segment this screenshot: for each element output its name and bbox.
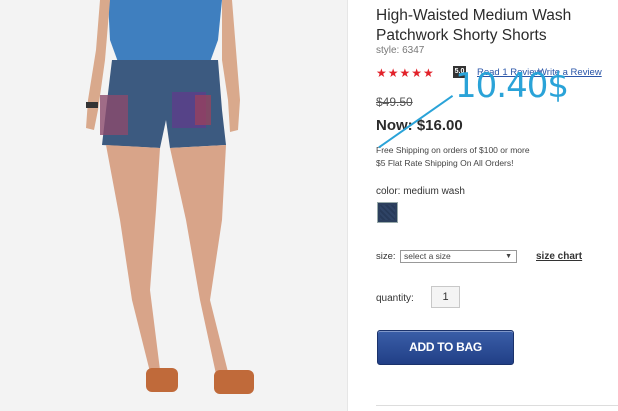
size-select-value: select a size bbox=[404, 251, 451, 261]
product-style-number: style: 6347 bbox=[376, 45, 424, 56]
original-price: $49.50 bbox=[376, 95, 413, 109]
color-swatch-medium-wash[interactable] bbox=[377, 202, 398, 223]
size-chart-link[interactable]: size chart bbox=[536, 251, 582, 262]
image-divider bbox=[347, 0, 348, 411]
add-to-bag-button[interactable]: ADD TO BAG bbox=[377, 330, 514, 365]
panel-divider bbox=[376, 405, 618, 406]
size-label: size: bbox=[376, 251, 396, 262]
shipping-promo-1: Free Shipping on orders of $100 or more bbox=[376, 145, 530, 155]
product-photo-illustration bbox=[0, 0, 347, 411]
size-select[interactable]: select a size ▼ bbox=[400, 250, 517, 263]
star-rating-icon: ★★★★★ bbox=[376, 66, 435, 80]
product-detail-panel: High-Waisted Medium Wash Patchwork Short… bbox=[376, 0, 618, 411]
shipping-promo-2: $5 Flat Rate Shipping On All Orders! bbox=[376, 158, 514, 168]
product-title: High-Waisted Medium Wash Patchwork Short… bbox=[376, 7, 572, 44]
dropdown-arrow-icon: ▼ bbox=[505, 253, 512, 260]
annotation-price-label: 10.40$ bbox=[455, 66, 569, 106]
style-number: style: 6347 bbox=[376, 45, 425, 56]
quantity-input[interactable]: 1 bbox=[431, 286, 460, 308]
color-label: color: medium wash bbox=[376, 186, 465, 197]
product-image bbox=[0, 0, 347, 411]
quantity-label: quantity: bbox=[376, 293, 414, 304]
